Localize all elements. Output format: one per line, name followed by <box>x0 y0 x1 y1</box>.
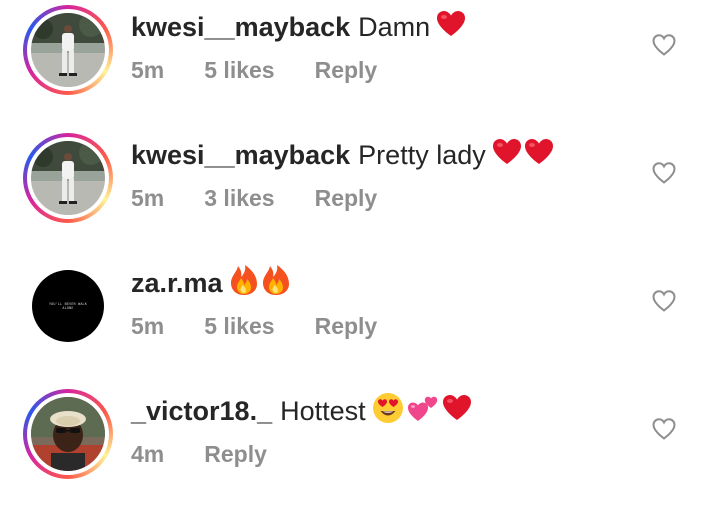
comment-time: 5m <box>131 184 165 211</box>
reply-button[interactable]: Reply <box>204 441 267 468</box>
comment-text: Hottest <box>280 395 366 426</box>
comment-item: kwesi__mayback Pretty lady 5m 3 likes Re… <box>0 128 720 256</box>
comment-line: kwesi__mayback Damn <box>131 7 466 47</box>
story-avatar[interactable] <box>23 133 113 223</box>
story-avatar[interactable] <box>23 5 113 95</box>
red-heart-emoji <box>524 138 554 173</box>
fire-emoji <box>261 264 291 303</box>
comment-text: Pretty lady <box>358 139 486 170</box>
comment-line: _victor18._ Hottest <box>131 391 472 431</box>
like-heart-icon[interactable] <box>651 288 677 314</box>
reply-button[interactable]: Reply <box>315 57 378 84</box>
reply-button[interactable]: Reply <box>315 313 378 340</box>
likes-count[interactable]: 3 likes <box>204 185 274 212</box>
like-heart-icon[interactable] <box>651 160 677 186</box>
comment-username[interactable]: _victor18._ <box>131 396 272 427</box>
red-heart-emoji <box>442 394 472 429</box>
likes-count[interactable]: 5 likes <box>204 57 274 84</box>
avatar-photo <box>31 13 105 87</box>
comment-meta: 5m 3 likes Reply <box>131 180 377 216</box>
comment-time: 4m <box>131 440 165 467</box>
avatar[interactable]: YOU'LL NEVER WALK ALONE <box>32 270 104 342</box>
comment-username[interactable]: kwesi__mayback <box>131 140 350 171</box>
avatar-photo <box>31 141 105 215</box>
fire-emoji <box>229 264 259 303</box>
avatar-photo <box>31 397 105 471</box>
comment-item: _victor18._ Hottest 4m Reply <box>0 384 720 512</box>
comment-meta: 5m 5 likes Reply <box>131 52 377 88</box>
comment-username[interactable]: za.r.ma <box>131 268 223 299</box>
comment-username[interactable]: kwesi__mayback <box>131 12 350 43</box>
comment-time: 5m <box>131 312 165 339</box>
comment-line: za.r.ma <box>131 263 291 303</box>
comment-item: kwesi__mayback Damn 5m 5 likes Reply <box>0 0 720 128</box>
heart-eyes-emoji <box>372 392 404 431</box>
comment-meta: 4m Reply <box>131 436 267 472</box>
red-heart-emoji <box>492 138 522 173</box>
reply-button[interactable]: Reply <box>315 185 378 212</box>
like-heart-icon[interactable] <box>651 32 677 58</box>
story-avatar[interactable] <box>23 389 113 479</box>
like-heart-icon[interactable] <box>651 416 677 442</box>
comment-line: kwesi__mayback Pretty lady <box>131 135 554 175</box>
avatar-caption: YOU'LL NEVER WALK ALONE <box>48 302 88 310</box>
likes-count[interactable]: 5 likes <box>204 313 274 340</box>
comment-time: 5m <box>131 56 165 83</box>
comment-text: Damn <box>358 11 431 42</box>
comment-item: YOU'LL NEVER WALK ALONE za.r.ma 5m 5 lik… <box>0 256 720 384</box>
two-hearts-emoji <box>406 393 440 430</box>
comment-meta: 5m 5 likes Reply <box>131 308 377 344</box>
red-heart-emoji <box>436 10 466 45</box>
